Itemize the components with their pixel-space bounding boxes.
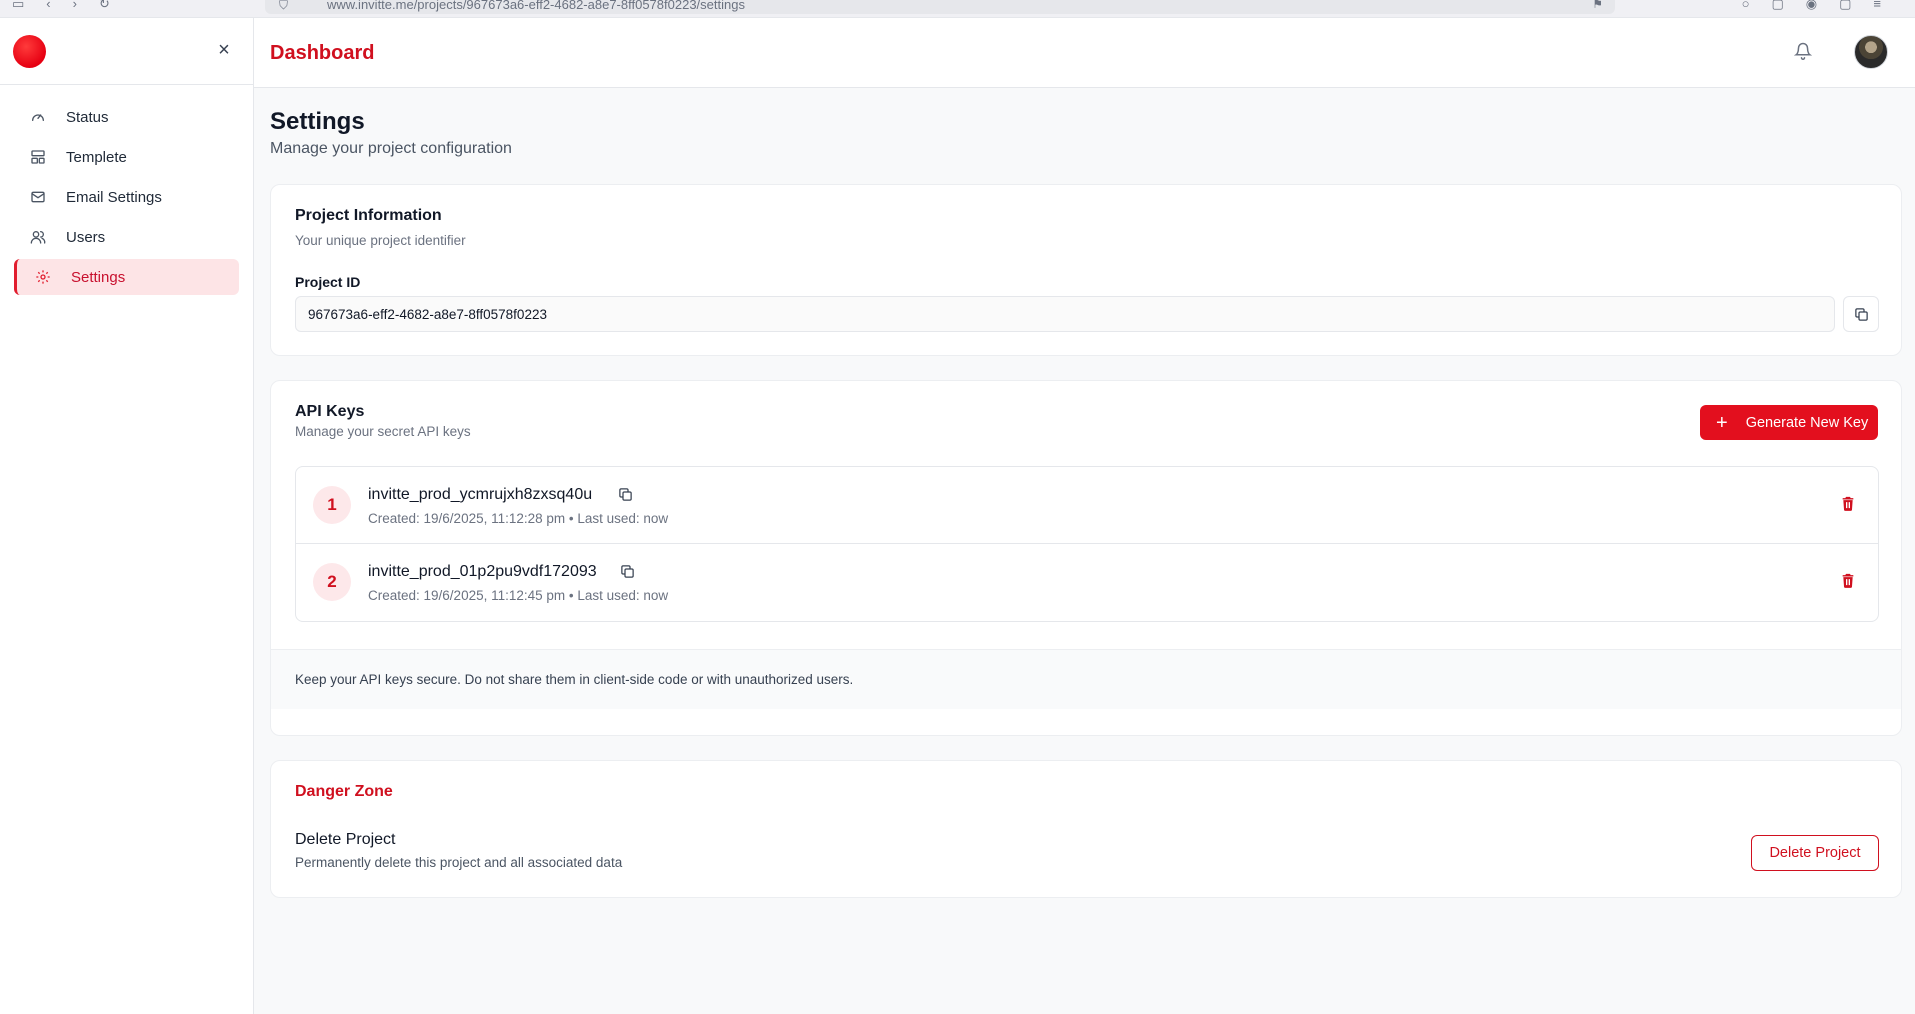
danger-zone-card: Danger Zone Delete Project Permanently d… [270, 760, 1902, 898]
logo[interactable] [13, 35, 46, 68]
shield-icon: ⛉ [279, 0, 289, 12]
gauge-icon [30, 109, 46, 125]
delete-project-subtitle: Permanently delete this project and all … [295, 855, 623, 870]
copy-project-id-button[interactable] [1843, 296, 1879, 332]
bookmark-icon[interactable]: ⚑ [1592, 0, 1603, 11]
gear-icon [35, 269, 51, 285]
key-index-badge: 2 [313, 563, 351, 601]
key-meta: Created: 19/6/2025, 11:12:45 pm • Last u… [368, 588, 669, 603]
project-id-label: Project ID [295, 274, 361, 290]
danger-zone-title: Danger Zone [295, 783, 393, 800]
sidebar-item-label: Templete [66, 148, 127, 166]
close-sidebar-button[interactable]: × [212, 38, 236, 62]
bell-icon[interactable] [1793, 42, 1814, 62]
delete-project-title: Delete Project [295, 831, 396, 848]
page-title: Settings [270, 108, 365, 135]
list-item: 1 invitte_prod_ycmrujxh8zxsq40u Created:… [296, 467, 1878, 544]
sidebar-item-status[interactable]: Status [14, 99, 239, 135]
sidebar-item-email-settings[interactable]: Email Settings [14, 179, 239, 215]
layout-icon [30, 149, 46, 165]
top-header: Dashboard [254, 18, 1915, 88]
list-item: 2 invitte_prod_01p2pu9vdf172093 Created:… [296, 544, 1878, 621]
delete-project-button[interactable]: Delete Project [1751, 835, 1879, 871]
api-keys-card: API Keys Manage your secret API keys + G… [270, 380, 1902, 736]
browser-extension-icons[interactable]: ○▢◉▢≡ [1742, 0, 1903, 12]
header-title[interactable]: Dashboard [270, 42, 374, 65]
sidebar-item-settings[interactable]: Settings [14, 259, 239, 295]
sidebar-header: × [0, 18, 253, 85]
api-keys-list: 1 invitte_prod_ycmrujxh8zxsq40u Created:… [295, 466, 1879, 622]
generate-new-key-button[interactable]: + Generate New Key [1700, 405, 1878, 440]
security-note-band: Keep your API keys secure. Do not share … [271, 649, 1901, 709]
plus-icon: + [1716, 411, 1728, 434]
sidebar-item-label: Users [66, 228, 106, 246]
security-note: Keep your API keys secure. Do not share … [295, 672, 854, 687]
mail-icon [30, 189, 46, 205]
card-subtitle: Your unique project identifier [295, 233, 466, 248]
key-meta: Created: 19/6/2025, 11:12:28 pm • Last u… [368, 511, 669, 526]
trash-icon[interactable] [1840, 572, 1858, 592]
key-index-badge: 1 [313, 486, 351, 524]
copy-icon[interactable] [618, 487, 634, 503]
url-text[interactable]: www.invitte.me/projects/967673a6-eff2-46… [327, 0, 745, 12]
card-title: API Keys [295, 403, 365, 420]
copy-icon[interactable] [620, 564, 636, 580]
sidebar-item-label: Email Settings [66, 188, 162, 206]
card-title: Project Information [295, 207, 442, 224]
key-name: invitte_prod_ycmrujxh8zxsq40u [368, 486, 593, 503]
sidebar-item-users[interactable]: Users [14, 219, 239, 255]
card-subtitle: Manage your secret API keys [295, 424, 471, 439]
sidebar-item-label: Settings [71, 268, 126, 286]
users-icon [30, 229, 46, 245]
key-name: invitte_prod_01p2pu9vdf172093 [368, 563, 597, 580]
address-bar[interactable]: ⛉ www.invitte.me/projects/967673a6-eff2-… [265, 0, 1615, 14]
trash-icon[interactable] [1840, 495, 1858, 515]
button-label: Generate New Key [1745, 414, 1869, 431]
sidebar-item-label: Status [66, 108, 109, 126]
avatar[interactable] [1854, 35, 1888, 69]
copy-icon [1854, 307, 1869, 322]
browser-nav-icons[interactable]: ▭‹›↻ [12, 0, 132, 12]
browser-toolbar: ▭‹›↻ ⛉ www.invitte.me/projects/967673a6-… [0, 0, 1915, 18]
sidebar-item-templete[interactable]: Templete [14, 139, 239, 175]
project-info-card: Project Information Your unique project … [270, 184, 1902, 356]
page-subtitle: Manage your project configuration [270, 140, 512, 157]
project-id-field[interactable] [295, 296, 1835, 332]
sidebar-nav: Status Templete Email Settings Users Set… [0, 85, 253, 295]
sidebar: × Status Templete Email Settings Users S… [0, 18, 254, 1014]
